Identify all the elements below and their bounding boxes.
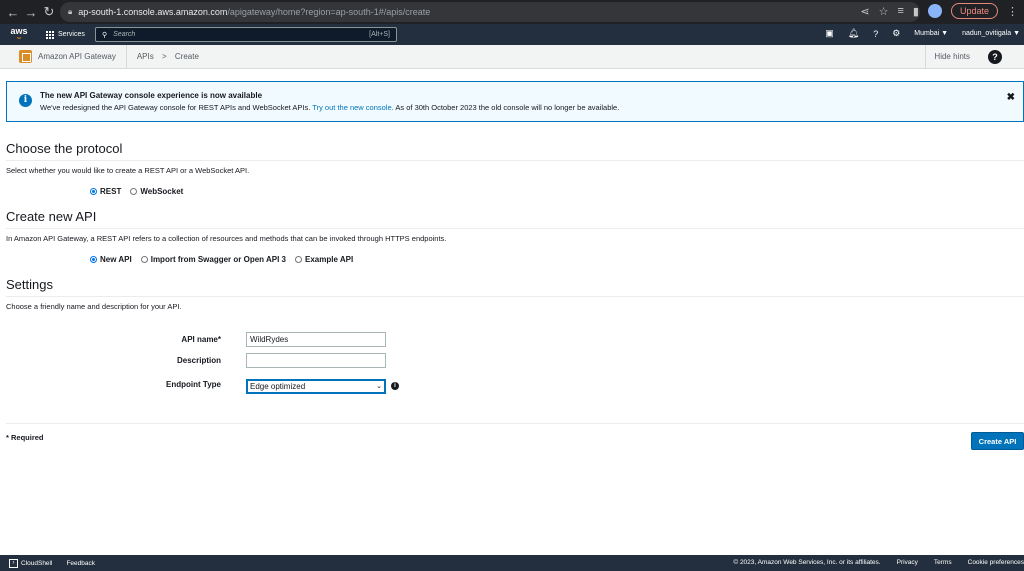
create-new-api-title: Create new API xyxy=(6,209,97,224)
services-label: Services xyxy=(58,31,85,38)
api-gateway-icon xyxy=(19,50,32,63)
radio-example-api[interactable]: Example API xyxy=(295,255,353,264)
breadcrumb-separator: > xyxy=(161,52,167,61)
radio-new-api-label: New API xyxy=(100,255,132,264)
copyright-text: © 2023, Amazon Web Services, Inc. or its… xyxy=(733,559,881,566)
endpoint-info-icon[interactable]: i xyxy=(391,382,399,390)
radio-new-api[interactable]: New API xyxy=(90,255,132,264)
cloudshell-footer-icon: › xyxy=(9,558,18,568)
radio-import-swagger[interactable]: Import from Swagger or Open API 3 xyxy=(140,255,286,264)
services-grid-icon xyxy=(46,30,54,39)
protocol-radio-group: REST WebSocket xyxy=(90,187,183,196)
radio-rest-dot[interactable] xyxy=(90,188,97,195)
aws-top-nav: aws ⌣ Services ⚲ Search [Alt+S] ▣ 🔔︎ ? ⚙… xyxy=(0,24,1024,45)
cookie-preferences-link[interactable]: Cookie preferences xyxy=(968,555,1024,571)
back-icon[interactable]: ← xyxy=(4,5,22,20)
reading-list-icon[interactable]: ≡ xyxy=(897,5,903,17)
update-button[interactable]: Update xyxy=(950,3,998,19)
info-icon: i xyxy=(19,94,32,107)
radio-rest[interactable]: REST xyxy=(90,187,121,196)
create-mode-radio-group: New API Import from Swagger or Open API … xyxy=(90,255,353,264)
radio-example-api-dot[interactable] xyxy=(295,256,302,263)
service-name[interactable]: Amazon API Gateway xyxy=(38,44,127,69)
bookmark-star-icon[interactable]: ☆ xyxy=(879,5,889,18)
services-menu-button[interactable]: Services xyxy=(38,30,85,39)
cloudshell-link[interactable]: CloudShell xyxy=(21,560,52,567)
radio-import-swagger-dot[interactable] xyxy=(140,256,148,263)
lock-icon: 🔒︎ xyxy=(68,7,73,16)
help-icon[interactable]: ? xyxy=(873,29,878,39)
create-new-api-description: In Amazon API Gateway, a REST API refers… xyxy=(6,234,447,243)
settings-description: Choose a friendly name and description f… xyxy=(6,302,182,311)
create-api-button[interactable]: Create API xyxy=(971,432,1024,450)
chrome-menu-icon[interactable]: ⋮ xyxy=(1007,5,1018,18)
banner-text-before: We've redesigned the API Gateway console… xyxy=(40,103,311,112)
search-input[interactable]: ⚲ Search [Alt+S] xyxy=(95,27,397,42)
browser-toolbar: ← → ↻ 🔒︎ ap-south-1.console.aws.amazon.c… xyxy=(0,0,1024,24)
protocol-title: Choose the protocol xyxy=(6,141,123,156)
feedback-link[interactable]: Feedback xyxy=(66,560,95,567)
api-name-input[interactable]: WildRydes xyxy=(246,332,386,347)
breadcrumb-apis[interactable]: APIs xyxy=(137,52,154,61)
cloudshell-icon[interactable]: ▣ xyxy=(825,28,834,39)
radio-websocket[interactable]: WebSocket xyxy=(130,187,183,196)
url-host: ap-south-1.console.aws.amazon.com xyxy=(78,7,228,17)
account-menu[interactable]: nadun_ovitigala ▼ xyxy=(962,30,1020,37)
side-panel-icon[interactable]: ▮ xyxy=(913,5,919,18)
notifications-bell-icon[interactable]: 🔔︎ xyxy=(848,28,859,39)
radio-websocket-label: WebSocket xyxy=(140,187,184,196)
endpoint-type-select[interactable]: Edge optimized ⌄ xyxy=(246,379,386,394)
divider xyxy=(6,296,1024,297)
region-selector[interactable]: Mumbai ▼ xyxy=(914,30,948,37)
divider xyxy=(6,160,1024,161)
aws-logo[interactable]: aws ⌣ xyxy=(0,26,38,43)
service-header: Amazon API Gateway APIs > Create Hide hi… xyxy=(0,44,1024,69)
console-footer: › CloudShell Feedback © 2023, Amazon Web… xyxy=(0,555,1024,571)
banner-text-after: As of 30th October 2023 the old console … xyxy=(395,103,620,112)
close-icon[interactable]: ✖ xyxy=(1007,92,1015,103)
share-icon[interactable]: ⋖ xyxy=(860,5,869,18)
banner-text: We've redesigned the API Gateway console… xyxy=(40,103,619,112)
description-input[interactable] xyxy=(246,353,386,368)
endpoint-type-label: Endpoint Type xyxy=(166,380,221,389)
settings-title: Settings xyxy=(6,277,53,292)
url-path: /apigateway/home?region=ap-south-1#/apis… xyxy=(227,7,431,17)
privacy-link[interactable]: Privacy xyxy=(897,555,918,571)
profile-avatar[interactable] xyxy=(927,4,942,18)
radio-example-api-label: Example API xyxy=(305,255,354,264)
search-icon: ⚲ xyxy=(102,31,108,39)
address-bar[interactable]: 🔒︎ ap-south-1.console.aws.amazon.com /ap… xyxy=(60,2,920,22)
search-placeholder: Search xyxy=(113,31,136,38)
radio-rest-label: REST xyxy=(100,187,122,196)
reload-icon[interactable]: ↻ xyxy=(40,4,58,20)
terms-link[interactable]: Terms xyxy=(934,555,952,571)
try-new-console-link[interactable]: Try out the new console. xyxy=(312,103,393,112)
endpoint-type-value: Edge optimized xyxy=(250,382,306,391)
search-shortcut: [Alt+S] xyxy=(369,31,390,38)
breadcrumb: APIs > Create xyxy=(137,52,205,61)
breadcrumb-create: Create xyxy=(174,52,199,61)
settings-gear-icon[interactable]: ⚙ xyxy=(892,28,900,39)
help-circle-icon[interactable]: ? xyxy=(988,50,1002,64)
radio-websocket-dot[interactable] xyxy=(130,188,138,195)
description-label: Description xyxy=(176,356,221,365)
protocol-description: Select whether you would like to create … xyxy=(6,166,250,175)
hide-hints-button[interactable]: Hide hints xyxy=(925,45,970,69)
chevron-down-icon: ⌄ xyxy=(376,383,382,390)
aws-smile-icon: ⌣ xyxy=(16,34,22,42)
new-console-banner: i The new API Gateway console experience… xyxy=(6,81,1024,122)
required-note: * Required xyxy=(6,433,44,442)
radio-new-api-dot[interactable] xyxy=(90,256,97,263)
banner-title: The new API Gateway console experience i… xyxy=(40,91,263,100)
api-name-label: API name* xyxy=(181,335,221,344)
divider xyxy=(6,228,1024,229)
forward-icon[interactable]: → xyxy=(22,5,40,20)
radio-import-swagger-label: Import from Swagger or Open API 3 xyxy=(150,255,286,264)
divider xyxy=(6,423,1024,424)
